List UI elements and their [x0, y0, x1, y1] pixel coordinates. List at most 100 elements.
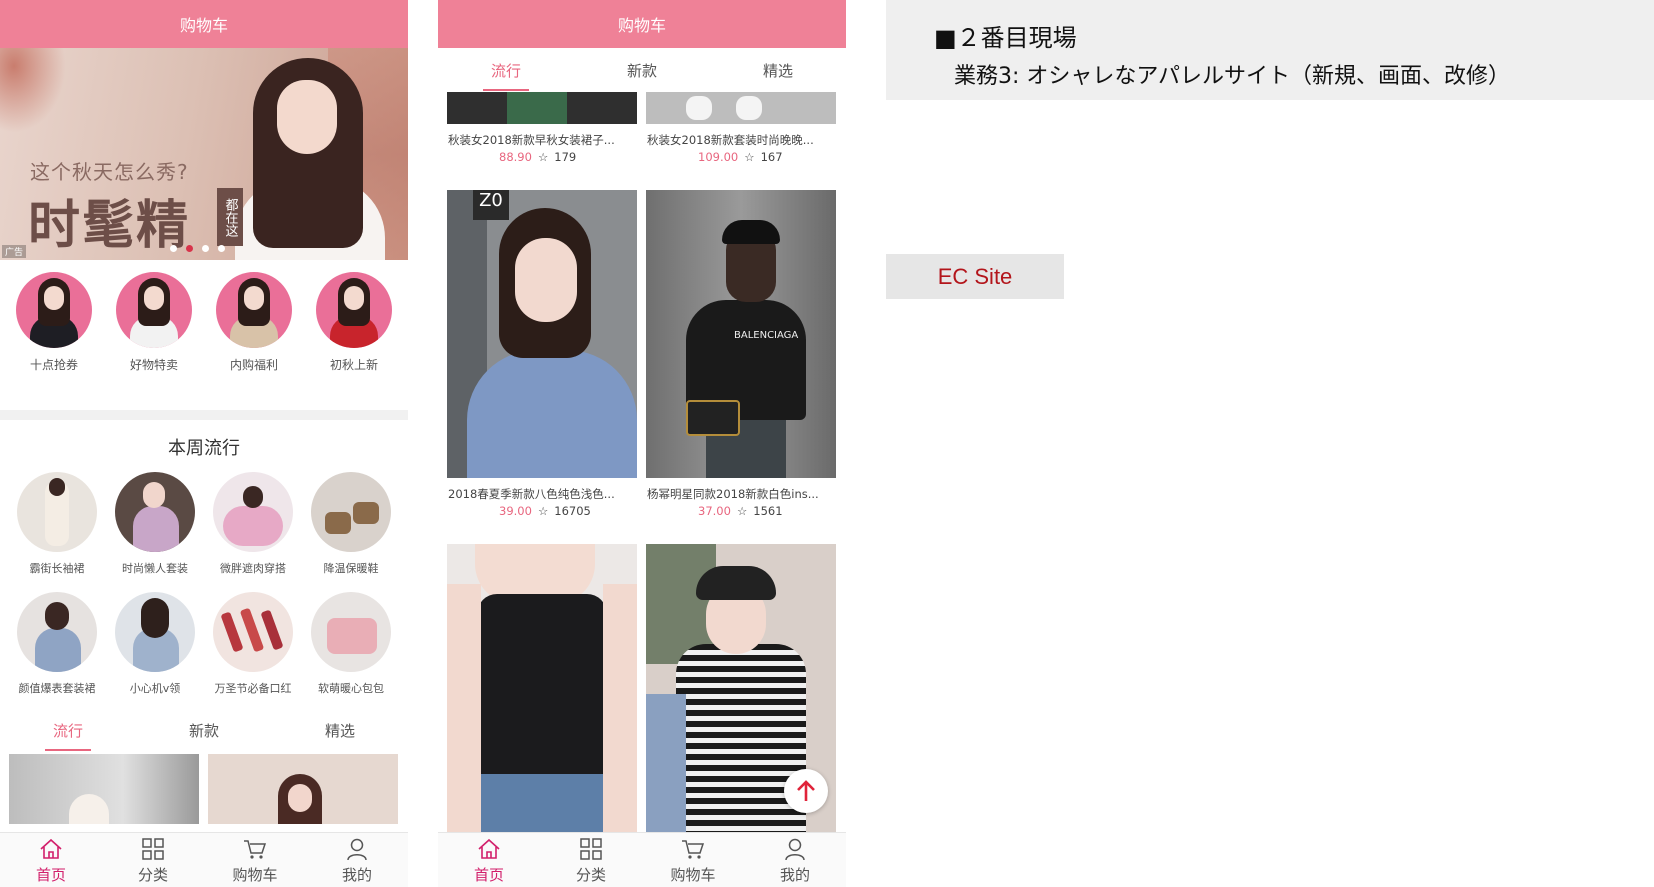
- star-icon: ☆: [537, 504, 549, 518]
- tab-new[interactable]: 新款: [173, 714, 235, 747]
- product-card[interactable]: 秋装女2018新款套装时尚晚晚... 109.00 ☆ 167: [646, 92, 836, 164]
- product-price: 88.90: [499, 150, 532, 164]
- product-title: 秋装女2018新款早秋女装裙子...: [448, 133, 615, 147]
- tabbar-cart[interactable]: 购物车: [215, 836, 295, 885]
- tabbar-profile[interactable]: 我的: [317, 836, 397, 885]
- banner-tag: 都在这: [217, 188, 243, 246]
- category-label: 初秋上新: [329, 358, 378, 372]
- category-label: 好物特卖: [129, 358, 178, 372]
- weekly-item[interactable]: 软萌暖心包包: [302, 592, 400, 696]
- header-title: 购物车: [179, 16, 228, 35]
- weekly-item-image: [115, 472, 195, 552]
- product-price: 39.00: [499, 504, 532, 518]
- weekly-item[interactable]: 霸街长袖裙: [8, 472, 106, 576]
- header-title: 购物车: [617, 16, 666, 35]
- section-divider: [0, 410, 408, 420]
- tab-selected[interactable]: 精选: [747, 54, 809, 87]
- product-price: 109.00: [698, 150, 739, 164]
- product-tabs: 流行 新款 精选: [0, 710, 408, 751]
- product-card[interactable]: 秋装女2018新款早秋女装裙子... 88.90 ☆ 179: [447, 92, 637, 164]
- product-row: Z0 2018春夏季新款八色纯色浅色... 39.00 ☆ 16705 BALE…: [438, 190, 846, 518]
- weekly-item[interactable]: 降温保暖鞋: [302, 472, 400, 576]
- weekly-item-label: 颜值爆表套装裙: [18, 682, 96, 695]
- product-grid: 秋装女2018新款早秋女装裙子... 88.90 ☆ 179 秋装女2018新款…: [438, 92, 846, 832]
- product-title: 2018春夏季新款八色纯色浅色...: [448, 487, 615, 501]
- tab-popular[interactable]: 流行: [37, 714, 99, 751]
- product-image: Z0: [447, 190, 637, 478]
- weekly-item-label: 霸街长袖裙: [29, 562, 85, 575]
- product-card[interactable]: BALENCIAGA 杨幂明星同款2018新款白色ins... 37.00 ☆ …: [646, 190, 836, 518]
- product-card[interactable]: [447, 544, 637, 832]
- weekly-item[interactable]: 小心机v领: [106, 592, 204, 696]
- weekly-item-image: [311, 472, 391, 552]
- tabbar-profile[interactable]: 我的: [755, 836, 835, 885]
- category-avatar: [216, 272, 292, 348]
- project-note-box: ■２番目現場 業務3: オシャレなアパレルサイト（新規、画面、改修）: [886, 0, 1654, 100]
- bottom-tab-bar: 首页 分类 购物车 我的: [0, 832, 408, 887]
- category-label: 内购福利: [229, 358, 278, 372]
- weekly-item[interactable]: 时尚懒人套装: [106, 472, 204, 576]
- arrow-up-icon: [797, 780, 815, 801]
- banner-subtitle: 这个秋天怎么秀?: [30, 160, 189, 184]
- weekly-item-label: 降温保暖鞋: [323, 562, 379, 575]
- tabbar-category[interactable]: 分类: [113, 836, 193, 885]
- banner-pagination[interactable]: [170, 245, 225, 252]
- weekly-item-label: 软萌暖心包包: [318, 682, 384, 695]
- category-shortcuts: 十点抢券 好物特卖 内购福利 初秋上新: [0, 260, 408, 410]
- product-image: [447, 544, 637, 832]
- header-bar: 购物车: [0, 0, 408, 48]
- product-sales: 167: [760, 150, 783, 164]
- weekly-item[interactable]: 微胖遮肉穿搭: [204, 472, 302, 576]
- tab-selected[interactable]: 精选: [309, 714, 371, 747]
- tab-popular[interactable]: 流行: [475, 54, 537, 91]
- weekly-item[interactable]: 万圣节必备口红: [204, 592, 302, 696]
- product-image: [646, 92, 836, 124]
- phone-home-screen: 购物车 这个秋天怎么秀? 时髦精 都在这 广告 十点抢券 好物特卖 内购福利 初…: [0, 0, 408, 887]
- category-item[interactable]: 内购福利: [208, 272, 300, 410]
- category-item[interactable]: 十点抢券: [8, 272, 100, 410]
- product-price: 37.00: [698, 504, 731, 518]
- category-avatar: [16, 272, 92, 348]
- weekly-item-image: [115, 592, 195, 672]
- category-item[interactable]: 好物特卖: [108, 272, 200, 410]
- tabbar-home[interactable]: 首页: [449, 836, 529, 885]
- weekly-item-image: [17, 472, 97, 552]
- grid-icon: [113, 836, 193, 862]
- weekly-item-label: 万圣节必备口红: [214, 682, 292, 695]
- promo-banner[interactable]: 这个秋天怎么秀? 时髦精 都在这 广告: [0, 48, 408, 260]
- pagination-dot[interactable]: [170, 245, 177, 252]
- product-grid-preview: [0, 754, 408, 824]
- weekly-item-label: 微胖遮肉穿搭: [220, 562, 286, 575]
- product-image[interactable]: [208, 754, 398, 824]
- cart-icon: [215, 836, 295, 862]
- bottom-tab-bar: 首页 分类 购物车 我的: [438, 832, 846, 887]
- home-icon: [449, 836, 529, 862]
- tabbar-cart[interactable]: 购物车: [653, 836, 733, 885]
- product-sales: 1561: [753, 504, 783, 518]
- note-subheading: 業務3: オシャレなアパレルサイト（新規、画面、改修）: [954, 64, 1510, 89]
- star-icon: ☆: [537, 150, 549, 164]
- weekly-trend-grid: 霸街长袖裙 时尚懒人套装 微胖遮肉穿搭 降温保暖鞋 颜值爆表套装裙 小心机v领 …: [0, 472, 408, 696]
- tabbar-home[interactable]: 首页: [11, 836, 91, 885]
- weekly-item-image: [213, 592, 293, 672]
- pagination-dot[interactable]: [202, 245, 209, 252]
- product-title: 杨幂明星同款2018新款白色ins...: [647, 487, 819, 501]
- category-item[interactable]: 初秋上新: [308, 272, 400, 410]
- product-image: [447, 92, 637, 124]
- home-icon: [11, 836, 91, 862]
- product-image[interactable]: [9, 754, 199, 824]
- user-icon: [755, 836, 835, 862]
- product-card[interactable]: Z0 2018春夏季新款八色纯色浅色... 39.00 ☆ 16705: [447, 190, 637, 518]
- product-title: 秋装女2018新款套装时尚晚晚...: [647, 133, 814, 147]
- weekly-item-image: [311, 592, 391, 672]
- pagination-dot[interactable]: [218, 245, 225, 252]
- pagination-dot-active[interactable]: [186, 245, 193, 252]
- grid-icon: [551, 836, 631, 862]
- phone-product-list-screen: 购物车 流行 新款 精选 秋装女2018新款早秋女装裙子... 88.90 ☆ …: [438, 0, 846, 887]
- scroll-to-top-button[interactable]: [784, 769, 828, 813]
- tabbar-category[interactable]: 分类: [551, 836, 631, 885]
- note-heading: ■２番目現場: [934, 24, 1077, 52]
- tab-new[interactable]: 新款: [611, 54, 673, 87]
- weekly-item[interactable]: 颜值爆表套装裙: [8, 592, 106, 696]
- category-label: 十点抢券: [29, 358, 78, 372]
